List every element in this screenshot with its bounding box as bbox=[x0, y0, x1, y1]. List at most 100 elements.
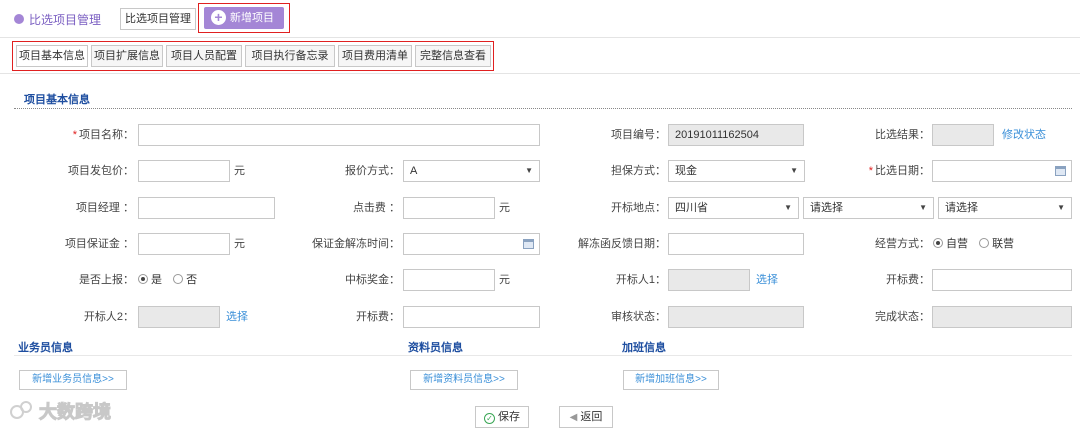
tabs-divider bbox=[0, 73, 1080, 74]
tab-extended-info[interactable]: 项目扩展信息 bbox=[91, 45, 163, 67]
title-dot-icon bbox=[14, 14, 24, 24]
save-button[interactable]: ✓ 保存 bbox=[475, 406, 529, 428]
opener1-select-link[interactable]: 选择 bbox=[756, 269, 778, 291]
click-fee-unit: 元 bbox=[499, 202, 510, 214]
tab-basic-info[interactable]: 项目基本信息 bbox=[16, 45, 88, 67]
chevron-down-icon: ▼ bbox=[525, 166, 533, 175]
add-salesman-button[interactable]: 新增业务员信息>> bbox=[19, 370, 127, 390]
report-radios: 是 否 bbox=[138, 269, 197, 291]
header-divider bbox=[0, 37, 1080, 38]
project-no-field: 20191011162504 bbox=[668, 124, 804, 146]
deposit-unit: 元 bbox=[234, 238, 245, 250]
modify-status-link[interactable]: 修改状态 bbox=[1002, 124, 1046, 146]
watermark: 大数跨境 bbox=[8, 398, 112, 424]
overtime-section-title: 加班信息 bbox=[622, 342, 666, 354]
deposit-input[interactable] bbox=[138, 233, 230, 255]
back-label: 返回 bbox=[580, 411, 603, 423]
package-price-input[interactable] bbox=[138, 160, 230, 182]
tab-full-info[interactable]: 完整信息查看 bbox=[415, 45, 491, 67]
chevron-down-icon: ▼ bbox=[790, 166, 798, 175]
package-price-unit: 元 bbox=[234, 165, 245, 177]
add-overtime-button[interactable]: 新增加班信息>> bbox=[623, 370, 719, 390]
open-cost-label: 开标费： bbox=[356, 311, 400, 323]
chevron-down-icon: ▼ bbox=[1057, 203, 1065, 212]
project-no-label: 项目编号： bbox=[611, 129, 666, 141]
open-fee-label: 开标费： bbox=[886, 274, 930, 286]
plus-icon: + bbox=[211, 10, 226, 25]
radio-report-yes[interactable]: 是 bbox=[138, 274, 162, 286]
new-project-button[interactable]: + 新增项目 bbox=[204, 7, 284, 29]
manager-input[interactable] bbox=[138, 197, 275, 219]
report-label: 是否上报： bbox=[79, 274, 134, 286]
quote-method-label: 报价方式： bbox=[345, 165, 400, 177]
bid-bonus-label: 中标奖金： bbox=[345, 274, 400, 286]
business-mode-label: 经营方式： bbox=[875, 238, 930, 250]
required-mark: * bbox=[868, 165, 873, 177]
done-status-label: 完成状态： bbox=[875, 311, 930, 323]
audit-status-label: 审核状态： bbox=[611, 311, 666, 323]
district-select[interactable]: 请选择 ▼ bbox=[938, 197, 1072, 219]
add-material-button[interactable]: 新增资料员信息>> bbox=[410, 370, 518, 390]
thaw-feedback-input[interactable] bbox=[668, 233, 804, 255]
salesman-section-title: 业务员信息 bbox=[18, 342, 73, 354]
material-section-title: 资料员信息 bbox=[408, 342, 463, 354]
subsection-divider bbox=[14, 355, 1072, 356]
watermark-text: 大数跨境 bbox=[39, 402, 112, 423]
opener2-select-link[interactable]: 选择 bbox=[226, 306, 248, 328]
quote-method-select[interactable]: A ▼ bbox=[403, 160, 540, 182]
deposit-thaw-input[interactable] bbox=[403, 233, 540, 255]
section-divider bbox=[14, 108, 1072, 109]
project-name-label: * 项目名称： bbox=[72, 129, 134, 141]
done-status-field bbox=[932, 306, 1072, 328]
radio-unchecked-icon bbox=[979, 238, 990, 248]
tab-execution-memo[interactable]: 项目执行备忘录 bbox=[245, 45, 335, 67]
tab-expense-list[interactable]: 项目费用清单 bbox=[338, 45, 412, 67]
chevron-down-icon: ▼ bbox=[784, 203, 792, 212]
radio-checked-icon bbox=[138, 274, 148, 284]
click-fee-label: 点击费 ： bbox=[352, 202, 400, 214]
save-label: 保存 bbox=[498, 411, 521, 423]
open-place-label: 开标地点： bbox=[611, 202, 666, 214]
opener2-field bbox=[138, 306, 220, 328]
manager-label: 项目经理 ： bbox=[75, 202, 134, 214]
calendar-icon[interactable] bbox=[523, 239, 534, 249]
back-button[interactable]: ◀ 返回 bbox=[559, 406, 613, 428]
project-name-input[interactable] bbox=[138, 124, 540, 146]
compare-date-label: * 比选日期： bbox=[868, 165, 930, 177]
deposit-thaw-label: 保证金解冻时间： bbox=[312, 238, 400, 250]
result-field bbox=[932, 124, 994, 146]
business-mode-radios: 自营 联营 bbox=[933, 233, 1014, 255]
compare-date-input[interactable] bbox=[932, 160, 1072, 182]
opener1-label: 开标人1： bbox=[615, 274, 666, 286]
radio-unchecked-icon bbox=[173, 274, 184, 284]
radio-self-operated[interactable]: 自营 bbox=[933, 238, 968, 250]
audit-status-field bbox=[668, 306, 804, 328]
opener2-label: 开标人2： bbox=[83, 311, 134, 323]
opener1-field bbox=[668, 269, 750, 291]
package-price-label: 项目发包价： bbox=[68, 165, 134, 177]
new-project-label: 新增项目 bbox=[230, 12, 274, 24]
breadcrumb-button[interactable]: 比选项目管理 bbox=[120, 8, 196, 30]
required-mark: * bbox=[72, 129, 77, 141]
page-title: 比选项目管理 bbox=[29, 13, 102, 27]
city-select[interactable]: 请选择 ▼ bbox=[803, 197, 934, 219]
radio-checked-icon bbox=[933, 238, 943, 248]
open-fee-input[interactable] bbox=[932, 269, 1072, 291]
radio-joint-operated[interactable]: 联营 bbox=[979, 238, 1014, 250]
guarantee-label: 担保方式： bbox=[611, 165, 666, 177]
province-select[interactable]: 四川省 ▼ bbox=[668, 197, 799, 219]
chevron-down-icon: ▼ bbox=[919, 203, 927, 212]
deposit-label: 项目保证金 ： bbox=[64, 238, 134, 250]
guarantee-select[interactable]: 现金 ▼ bbox=[668, 160, 805, 182]
open-cost-input[interactable] bbox=[403, 306, 540, 328]
thaw-feedback-label: 解冻函反馈日期： bbox=[578, 238, 666, 250]
back-arrow-icon: ◀ bbox=[569, 412, 578, 423]
bid-bonus-unit: 元 bbox=[499, 274, 510, 286]
calendar-icon[interactable] bbox=[1055, 166, 1066, 176]
bid-bonus-input[interactable] bbox=[403, 269, 495, 291]
radio-report-no[interactable]: 否 bbox=[173, 274, 197, 286]
result-label: 比选结果： bbox=[875, 129, 930, 141]
tab-staff-config[interactable]: 项目人员配置 bbox=[166, 45, 242, 67]
check-circle-icon: ✓ bbox=[483, 413, 495, 424]
click-fee-input[interactable] bbox=[403, 197, 495, 219]
